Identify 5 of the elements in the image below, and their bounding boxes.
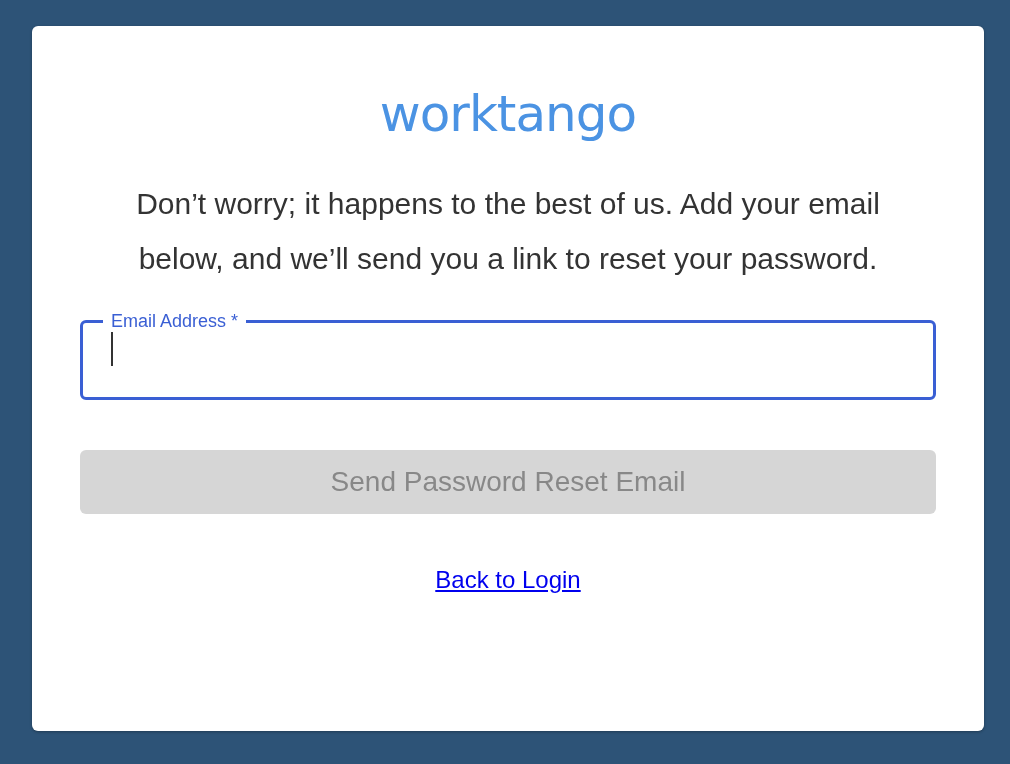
field-label: Email Address * [110,310,240,332]
back-link[interactable]: Back to Login [435,566,581,594]
text-cursor [111,332,113,366]
logo: worktango [379,84,637,144]
instructions-text: Don’t worry; it happens to the best of us. Add your email below, and we’ll send you a link to reset your password. [135,186,881,277]
